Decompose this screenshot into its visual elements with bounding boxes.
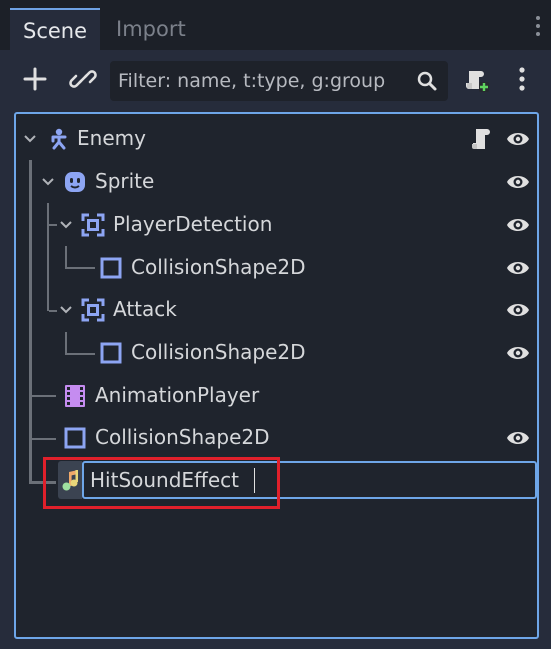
node-name: Enemy [77,126,146,150]
visibility-eye-icon[interactable] [505,256,531,280]
collision-shape-icon [64,427,86,449]
tree-item-collision-shape[interactable]: CollisionShape2D [16,417,537,459]
character-body-icon [51,128,67,150]
filter-field[interactable] [110,61,448,101]
tree-item-animation-player[interactable]: AnimationPlayer [16,375,537,417]
node-name: Sprite [95,169,155,193]
attach-script-button[interactable] [459,62,493,96]
tab-scene[interactable]: Scene [10,8,100,50]
dock-tab-bar: Scene Import [0,0,551,50]
chevron-down-icon[interactable] [39,173,57,191]
area2d-icon [81,298,105,322]
node-name: CollisionShape2D [95,425,270,449]
collision-shape-icon [100,257,122,279]
filter-input[interactable] [118,61,408,101]
collision-shape-icon [100,342,122,364]
tree-item-collision-shape[interactable]: CollisionShape2D [16,332,537,374]
link-icon [69,70,97,88]
search-icon [417,71,437,91]
node-name: CollisionShape2D [131,340,306,364]
tree-item-collision-shape[interactable]: CollisionShape2D [16,247,537,289]
script-icon[interactable] [469,126,493,152]
scene-tree[interactable]: Enemy Sprite PlayerDetection CollisionSh… [14,112,539,639]
visibility-eye-icon[interactable] [505,213,531,237]
node-name: Attack [113,297,177,321]
chevron-down-icon[interactable] [57,301,75,319]
tab-menu-icon[interactable] [535,16,541,40]
visibility-eye-icon[interactable] [505,170,531,194]
add-script-icon [466,71,489,92]
visibility-eye-icon[interactable] [505,426,531,450]
node-name: PlayerDetection [113,212,273,236]
visibility-eye-icon[interactable] [505,127,531,151]
node-name: CollisionShape2D [131,255,306,279]
tree-item-sprite[interactable]: Sprite [16,161,537,203]
animation-player-icon [65,385,85,407]
scene-menu-button[interactable] [505,62,539,96]
tree-item-player-detection[interactable]: PlayerDetection [16,204,537,246]
kebab-menu-icon [519,67,525,91]
chevron-down-icon[interactable] [57,216,75,234]
highlight-box [43,457,280,509]
visibility-eye-icon[interactable] [505,298,531,322]
tab-import[interactable]: Import [116,8,186,50]
plus-icon [23,67,47,91]
visibility-eye-icon[interactable] [505,341,531,365]
tree-item-attack[interactable]: Attack [16,289,537,331]
instance-scene-button[interactable] [66,62,100,96]
tree-item-enemy[interactable]: Enemy [16,118,537,160]
add-node-button[interactable] [18,62,52,96]
node-name: AnimationPlayer [95,383,260,407]
chevron-down-icon[interactable] [21,130,39,148]
area2d-icon [81,213,105,237]
sprite-icon [65,172,85,192]
